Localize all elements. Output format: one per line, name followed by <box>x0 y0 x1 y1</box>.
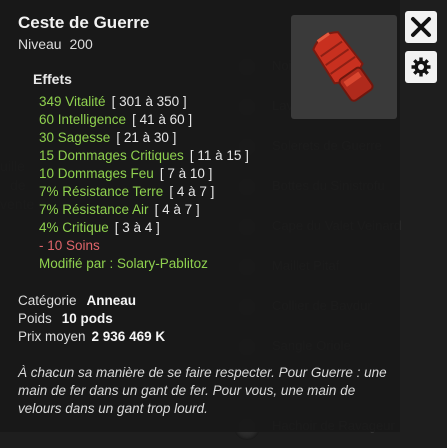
item-tooltip: Ceste de Guerre Niveau 200 Effets 349 Vi… <box>0 0 400 432</box>
item-thumbnail <box>291 15 397 119</box>
effects-heading: Effets <box>33 71 72 87</box>
close-button[interactable] <box>405 11 437 43</box>
effect-row: 60 Intelligence[ 41 à 60 ] <box>39 112 193 127</box>
weight-row: Poids 10 pods <box>18 311 113 326</box>
item-title: Ceste de Guerre <box>18 13 150 32</box>
item-level: Niveau 200 <box>18 36 93 52</box>
close-icon <box>411 17 431 37</box>
level-label: Niveau <box>18 36 62 52</box>
item-description: À chacun sa manière de se faire respecte… <box>18 365 387 416</box>
effect-row: 15 Dommages Critiques[ 11 à 15 ] <box>39 148 249 163</box>
gear-icon <box>411 57 431 77</box>
modified-by: Modifié par : Solary-Pablitoz <box>39 256 208 271</box>
item-info: Catégorie Anneau Poids 10 pods Prix moyen 2… <box>18 292 165 346</box>
effect-row: 7% Résistance Terre[ 4 à 7 ] <box>39 184 215 199</box>
effect-row: 7% Résistance Air[ 4 à 7 ] <box>39 202 200 217</box>
effect-row: 10 Dommages Feu[ 7 à 10 ] <box>39 166 213 181</box>
effects-list: 349 Vitalité[ 301 à 350 ] 60 Intelligenc… <box>39 93 249 273</box>
price-row: Prix moyen 2 936 469 K <box>18 329 166 344</box>
effect-row: 30 Sagesse[ 21 à 30 ] <box>39 130 177 145</box>
effect-row: 4% Critique[ 3 à 4 ] <box>39 220 160 235</box>
settings-button[interactable] <box>405 51 437 83</box>
effect-row: 349 Vitalité[ 301 à 350 ] <box>39 94 187 109</box>
level-value: 200 <box>69 36 93 52</box>
glove-icon <box>312 31 374 102</box>
category-row: Catégorie Anneau <box>18 293 137 308</box>
effect-row: - 10 Soins <box>39 238 100 253</box>
